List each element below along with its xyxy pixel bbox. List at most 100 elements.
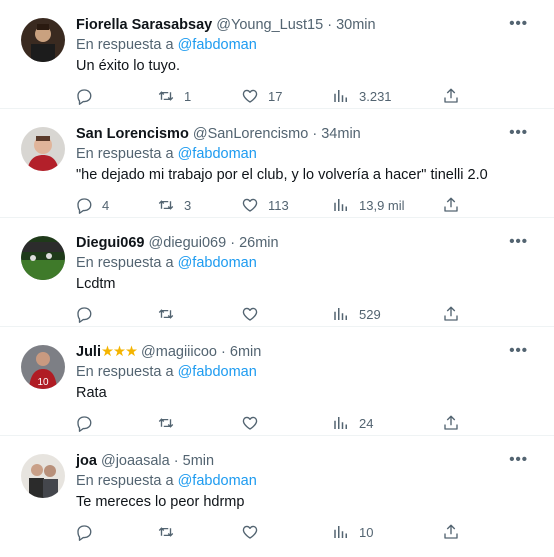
like-button[interactable]: 17 bbox=[241, 86, 282, 106]
display-name[interactable]: San Lorencismo bbox=[76, 126, 189, 142]
tweet-header: San Lorencismo @SanLorencismo · 34min bbox=[76, 125, 504, 144]
heart-icon bbox=[242, 307, 258, 321]
like-button[interactable]: 113 bbox=[241, 195, 289, 215]
reply-prefix: En respuesta a bbox=[76, 364, 174, 380]
share-button[interactable] bbox=[442, 86, 460, 106]
like-count: 113 bbox=[268, 197, 289, 213]
retweet-button[interactable]: 1 bbox=[157, 86, 191, 106]
views-icon bbox=[334, 308, 347, 320]
views-count: 529 bbox=[359, 306, 381, 322]
reply-button[interactable] bbox=[75, 304, 102, 324]
reply-to-link[interactable]: @fabdoman bbox=[178, 146, 257, 162]
tweet-header: Juli★★★ @magiiicoo · 6min bbox=[76, 343, 504, 362]
reply-prefix: En respuesta a bbox=[76, 146, 174, 162]
avatar[interactable]: 10 bbox=[21, 345, 65, 389]
reply-prefix: En respuesta a bbox=[76, 473, 174, 489]
tweet-text: "he dejado mi trabajo por el club, y lo … bbox=[76, 167, 488, 183]
star-emojis: ★★★ bbox=[100, 344, 138, 360]
separator-dot: · bbox=[221, 344, 226, 360]
views-count: 13,9 mil bbox=[359, 197, 405, 213]
tweet[interactable]: 10 Juli★★★ @magiiicoo · 6min ••• En resp… bbox=[0, 327, 554, 436]
views-button[interactable]: 529 bbox=[332, 304, 381, 324]
timestamp[interactable]: 30min bbox=[336, 17, 376, 33]
views-count: 24 bbox=[359, 415, 374, 431]
retweet-count: 3 bbox=[184, 197, 192, 213]
more-icon[interactable]: ••• bbox=[509, 342, 528, 359]
reply-icon bbox=[77, 89, 92, 105]
retweet-button[interactable] bbox=[157, 413, 184, 433]
reply-button[interactable] bbox=[75, 86, 102, 106]
reply-button[interactable]: 4 bbox=[75, 195, 109, 215]
views-button[interactable]: 10 bbox=[332, 522, 373, 542]
reply-prefix: En respuesta a bbox=[76, 37, 174, 53]
like-button[interactable] bbox=[241, 522, 268, 542]
share-button[interactable] bbox=[442, 413, 460, 433]
user-handle[interactable]: @magiiicoo bbox=[141, 344, 217, 360]
views-button[interactable]: 13,9 mil bbox=[332, 195, 405, 215]
reply-context: En respuesta a @fabdoman bbox=[76, 473, 257, 489]
reply-icon bbox=[77, 525, 92, 541]
more-icon[interactable]: ••• bbox=[509, 15, 528, 32]
separator-dot: · bbox=[230, 235, 236, 251]
reply-to-link[interactable]: @fabdoman bbox=[178, 37, 257, 53]
avatar[interactable] bbox=[21, 18, 65, 62]
tweet[interactable]: Diegui069 @diegui069 · 26min ••• En resp… bbox=[0, 218, 554, 327]
reply-to-link[interactable]: @fabdoman bbox=[178, 364, 257, 380]
reply-context: En respuesta a @fabdoman bbox=[76, 364, 257, 380]
timestamp[interactable]: 6min bbox=[230, 344, 261, 360]
retweet-button[interactable]: 3 bbox=[157, 195, 191, 215]
display-name[interactable]: Fiorella Sarasabsay bbox=[76, 17, 212, 33]
display-name[interactable]: Diegui069 bbox=[76, 235, 145, 251]
tweet-header: Fiorella Sarasabsay @Young_Lust15 · 30mi… bbox=[76, 16, 504, 35]
retweet-icon bbox=[158, 418, 174, 428]
reply-button[interactable] bbox=[75, 413, 102, 433]
reply-to-link[interactable]: @fabdoman bbox=[178, 473, 257, 489]
reply-icon bbox=[77, 307, 92, 323]
more-icon[interactable]: ••• bbox=[509, 124, 528, 141]
retweet-button[interactable] bbox=[157, 304, 184, 324]
avatar[interactable] bbox=[21, 236, 65, 280]
user-handle[interactable]: @SanLorencismo bbox=[193, 126, 308, 142]
avatar[interactable] bbox=[21, 454, 65, 498]
views-icon bbox=[334, 90, 347, 102]
views-button[interactable]: 3.231 bbox=[332, 86, 392, 106]
heart-icon bbox=[242, 416, 258, 430]
timestamp[interactable]: 26min bbox=[239, 235, 279, 251]
tweet[interactable]: San Lorencismo @SanLorencismo · 34min ••… bbox=[0, 109, 554, 218]
more-icon[interactable]: ••• bbox=[509, 233, 528, 250]
reply-icon bbox=[77, 416, 92, 432]
like-button[interactable] bbox=[241, 304, 268, 324]
like-button[interactable] bbox=[241, 413, 268, 433]
separator-dot: · bbox=[312, 126, 318, 142]
more-icon[interactable]: ••• bbox=[509, 451, 528, 468]
share-button[interactable] bbox=[442, 195, 460, 215]
timestamp[interactable]: 5min bbox=[183, 453, 214, 469]
retweet-icon bbox=[158, 527, 174, 537]
reply-to-link[interactable]: @fabdoman bbox=[178, 255, 257, 271]
like-count: 17 bbox=[268, 88, 283, 104]
share-button[interactable] bbox=[442, 522, 460, 542]
tweet[interactable]: joa @joaasala · 5min ••• En respuesta a … bbox=[0, 436, 554, 545]
reply-icon bbox=[77, 198, 92, 214]
retweet-button[interactable] bbox=[157, 522, 184, 542]
tweet-text: Rata bbox=[76, 385, 107, 401]
display-name[interactable]: Juli bbox=[76, 344, 101, 360]
tweet[interactable]: Fiorella Sarasabsay @Young_Lust15 · 30mi… bbox=[0, 0, 554, 109]
reply-feed: Fiorella Sarasabsay @Young_Lust15 · 30mi… bbox=[0, 0, 554, 557]
user-handle[interactable]: @diegui069 bbox=[149, 235, 227, 251]
heart-icon bbox=[242, 525, 258, 539]
user-handle[interactable]: @Young_Lust15 bbox=[216, 17, 323, 33]
display-name[interactable]: joa bbox=[76, 453, 97, 469]
reply-context: En respuesta a @fabdoman bbox=[76, 37, 257, 53]
heart-icon bbox=[242, 198, 258, 212]
reply-button[interactable] bbox=[75, 522, 102, 542]
share-button[interactable] bbox=[442, 304, 460, 324]
timestamp[interactable]: 34min bbox=[321, 126, 361, 142]
views-icon bbox=[334, 417, 347, 429]
share-icon bbox=[444, 415, 458, 430]
separator-dot: · bbox=[173, 453, 179, 469]
avatar[interactable] bbox=[21, 127, 65, 171]
views-button[interactable]: 24 bbox=[332, 413, 373, 433]
user-handle[interactable]: @joaasala bbox=[101, 453, 170, 469]
retweet-icon bbox=[158, 200, 174, 210]
